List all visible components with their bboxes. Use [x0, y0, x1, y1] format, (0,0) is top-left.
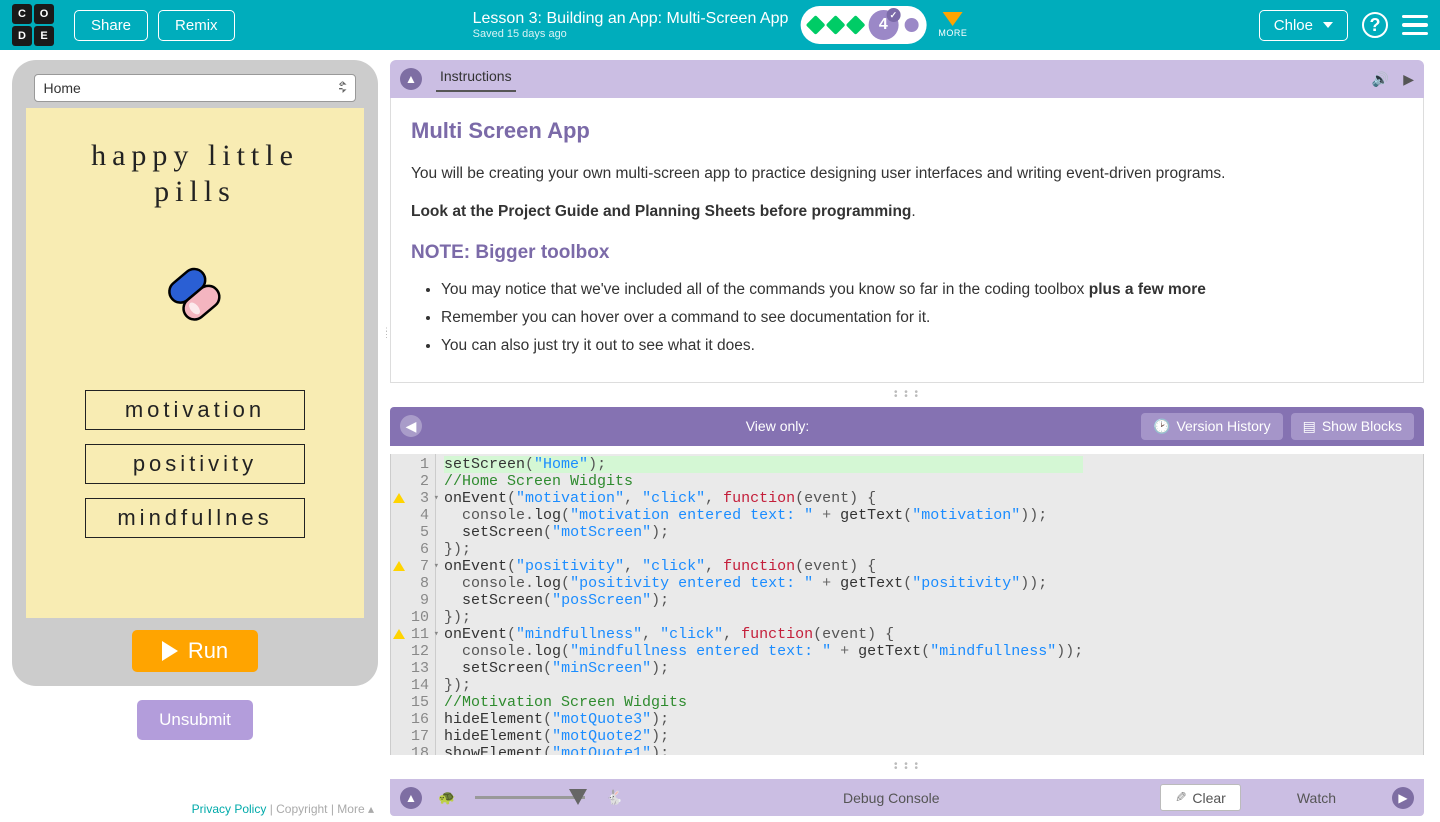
clear-label: Clear	[1192, 790, 1225, 806]
help-icon[interactable]: ?	[1362, 12, 1388, 38]
step-dot	[904, 18, 918, 32]
sound-icon[interactable]: 🔊	[1372, 71, 1389, 88]
list-item: Remember you can hover over a command to…	[441, 306, 1403, 330]
slider-thumb-icon	[569, 789, 587, 805]
view-only-label: View only:	[422, 418, 1133, 434]
drag-handle-icon[interactable]: • • •• • •	[390, 391, 1424, 399]
logo[interactable]: C O D E	[12, 4, 54, 46]
line-gutter: 12345678910111213141516171819202122	[391, 454, 436, 755]
privacy-link[interactable]: Privacy Policy	[192, 802, 267, 816]
more-label: MORE	[938, 28, 967, 38]
user-menu[interactable]: Chloe	[1259, 10, 1348, 41]
pill-icon	[160, 260, 230, 330]
menu-icon[interactable]	[1402, 15, 1428, 36]
logo-c: C	[12, 4, 32, 24]
remix-button[interactable]: Remix	[158, 10, 235, 41]
version-label: Version History	[1176, 418, 1270, 434]
turtle-icon: 🐢	[438, 789, 455, 806]
speed-slider[interactable]	[475, 796, 585, 799]
app-header: C O D E Share Remix Lesson 3: Building a…	[0, 0, 1440, 50]
instructions-text: Look at the Project Guide and Planning S…	[411, 200, 1403, 224]
chevron-down-icon	[1323, 22, 1333, 28]
clear-button[interactable]: Clear	[1160, 784, 1241, 811]
workspace-panel: ⋮⋮ ▲ Instructions 🔊 ▶ Multi Screen App Y…	[390, 50, 1440, 822]
current-step-bubble: 4	[868, 10, 898, 40]
more-link[interactable]: More ▴	[337, 802, 374, 816]
code-toolbar: ◀ View only: 🕑 Version History ▤ Show Bl…	[390, 407, 1424, 446]
more-lessons[interactable]: MORE	[938, 12, 967, 38]
diamond-icon	[825, 15, 845, 35]
progress-indicator[interactable]: 4	[800, 6, 926, 44]
instructions-list: You may notice that we've included all o…	[411, 278, 1403, 358]
app-screen: happy littlepills motivation positivity …	[26, 108, 364, 618]
show-blocks-button[interactable]: ▤ Show Blocks	[1291, 413, 1414, 440]
expand-icon[interactable]: ▶	[1392, 787, 1414, 809]
version-history-button[interactable]: 🕑 Version History	[1141, 413, 1283, 440]
diamond-icon	[805, 15, 825, 35]
play-icon	[162, 641, 178, 661]
resize-grip-icon[interactable]: ⋮⋮	[382, 330, 391, 336]
run-button[interactable]: Run	[132, 630, 258, 672]
list-item: You may notice that we've included all o…	[441, 278, 1403, 302]
instructions-tab[interactable]: Instructions	[436, 66, 516, 92]
app-title: happy littlepills	[36, 138, 354, 210]
app-positivity-button[interactable]: positivity	[85, 444, 305, 484]
collapse-icon[interactable]: ▲	[400, 787, 422, 809]
run-label: Run	[188, 638, 228, 664]
app-motivation-button[interactable]: motivation	[85, 390, 305, 430]
code-editor[interactable]: 12345678910111213141516171819202122 setS…	[390, 454, 1424, 755]
lesson-title: Lesson 3: Building an App: Multi-Screen …	[473, 10, 789, 28]
share-button[interactable]: Share	[74, 10, 148, 41]
instructions-heading: Multi Screen App	[411, 114, 1403, 148]
instructions-text: You will be creating your own multi-scre…	[411, 162, 1403, 186]
screen-selector[interactable]: Home	[34, 74, 355, 102]
app-mindfullness-button[interactable]: mindfullnes	[85, 498, 305, 538]
collapse-icon[interactable]: ▲	[400, 68, 422, 90]
blocks-icon: ▤	[1303, 418, 1316, 435]
simulator-panel: Home happy littlepills motivation positi…	[0, 50, 390, 822]
debug-title: Debug Console	[639, 790, 1144, 806]
eraser-icon	[1175, 789, 1187, 806]
watch-label[interactable]: Watch	[1297, 790, 1336, 806]
footer-links: Privacy Policy | Copyright | More ▴	[12, 794, 378, 818]
copyright-link[interactable]: Copyright	[276, 802, 327, 816]
code-body: setScreen("Home");//Home Screen Widgitso…	[436, 454, 1091, 755]
instructions-section: ▲ Instructions 🔊 ▶ Multi Screen App You …	[390, 60, 1424, 383]
rabbit-icon: 🐇	[605, 789, 622, 806]
play-instructions-icon[interactable]: ▶	[1403, 71, 1414, 88]
logo-e: E	[34, 26, 54, 46]
lesson-saved: Saved 15 days ago	[473, 28, 789, 40]
back-icon[interactable]: ◀	[400, 415, 422, 437]
logo-o: O	[34, 4, 54, 24]
clock-icon: 🕑	[1153, 418, 1170, 435]
blocks-label: Show Blocks	[1322, 418, 1402, 434]
list-item: You can also just try it out to see what…	[441, 334, 1403, 358]
phone-frame: Home happy littlepills motivation positi…	[12, 60, 378, 686]
drag-handle-icon[interactable]: • • •• • •	[390, 763, 1424, 771]
debug-console-bar: ▲ 🐢 🐇 Debug Console Clear Watch ▶	[390, 779, 1424, 816]
unsubmit-button[interactable]: Unsubmit	[137, 700, 253, 740]
instructions-subheading: NOTE: Bigger toolbox	[411, 238, 1403, 267]
triangle-down-icon	[943, 12, 963, 26]
diamond-icon	[845, 15, 865, 35]
logo-d: D	[12, 26, 32, 46]
user-name: Chloe	[1274, 17, 1313, 34]
